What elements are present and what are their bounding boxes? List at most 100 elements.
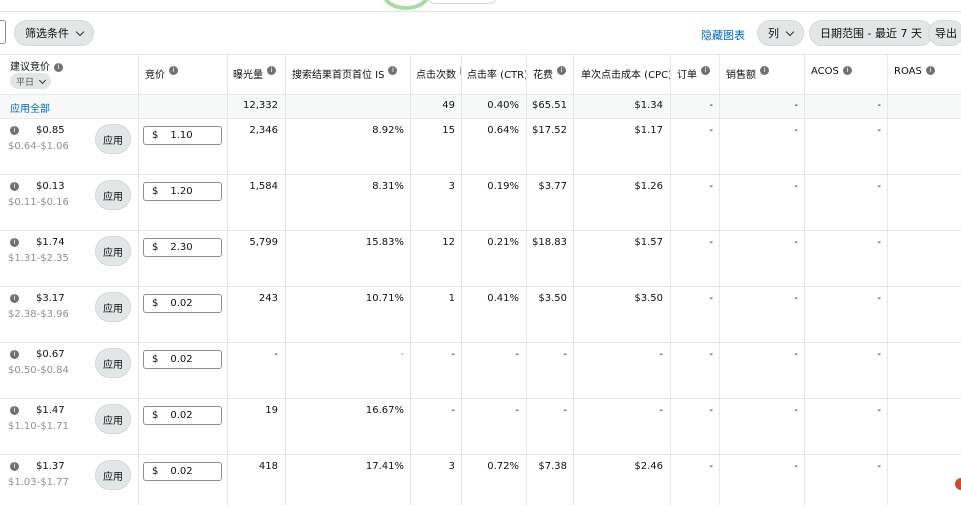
header-roas-label: ROAS (894, 66, 922, 77)
apply-button[interactable]: 应用 (95, 404, 131, 434)
suggested-bid-range: $2.38-$3.96 (8, 309, 69, 320)
top-toggle[interactable] (426, 0, 498, 4)
summary-clicks: 49 (442, 100, 455, 111)
apply-label: 应用 (103, 247, 123, 259)
apply-button[interactable]: 应用 (95, 124, 131, 154)
header-suggested-bid-label: 建议竞价 (10, 62, 50, 73)
info-icon[interactable]: i (760, 66, 769, 75)
bid-value: 0.02 (170, 410, 193, 421)
info-icon[interactable]: i (10, 462, 19, 471)
filter-button[interactable]: 筛选条件 (14, 20, 94, 46)
bid-input[interactable]: $2.30 (143, 238, 222, 257)
info-icon[interactable]: i (701, 66, 710, 75)
suggested-bid-range: $1.03-$1.77 (8, 477, 69, 488)
sales-cell: - (794, 461, 798, 472)
export-label: 导出 (935, 27, 957, 40)
header-clicks[interactable]: 点击次数i (416, 54, 462, 94)
bid-value: 1.20 (170, 186, 193, 197)
header-cpc[interactable]: 单次点击成本 (CPC)i (581, 54, 670, 94)
header-acos[interactable]: ACOS i (811, 54, 887, 94)
sales-cell: - (794, 293, 798, 304)
bid-value: 0.02 (170, 466, 193, 477)
hide-chart-link[interactable]: 隐藏图表 (701, 27, 745, 43)
bid-mode-select[interactable]: 平日 (10, 73, 52, 89)
impressions-cell: 2,346 (249, 125, 278, 136)
info-icon[interactable]: i (169, 66, 178, 75)
currency-symbol: $ (152, 466, 159, 477)
bid-input[interactable]: $0.02 (143, 294, 222, 313)
ctr-cell: 0.72% (487, 461, 519, 472)
acos-cell: - (877, 461, 881, 472)
divider (670, 54, 671, 505)
export-button[interactable]: 导出 (928, 20, 961, 46)
clicks-cell: - (451, 405, 455, 416)
header-top-of-search-is[interactable]: 搜索结果首页首位 IS i (292, 54, 408, 94)
suggested-bid-value: $0.67 (36, 349, 65, 360)
date-range-button[interactable]: 日期范围 - 最近 7 天 (809, 20, 933, 46)
ctr-cell: 0.64% (487, 125, 519, 136)
sales-cell: - (794, 181, 798, 192)
header-ctr[interactable]: 点击率 (CTR) (467, 54, 529, 94)
apply-all-link[interactable]: 应用全部 (10, 100, 50, 115)
impressions-cell: - (274, 349, 278, 360)
info-icon[interactable]: i (388, 66, 398, 75)
divider (0, 398, 961, 399)
info-icon[interactable]: i (925, 66, 935, 75)
suggested-bid-range: $0.64-$1.06 (8, 141, 69, 152)
header-orders[interactable]: 订单 i (677, 54, 721, 94)
notification-dot-icon[interactable] (955, 478, 961, 490)
header-roas[interactable]: ROAS i (894, 54, 956, 94)
header-impressions[interactable]: 曝光量 i (233, 54, 287, 94)
apply-button[interactable]: 应用 (95, 348, 131, 378)
apply-button[interactable]: 应用 (95, 180, 131, 210)
ctr-cell: - (515, 405, 519, 416)
info-icon[interactable]: i (10, 406, 19, 415)
apply-label: 应用 (103, 359, 123, 371)
divider (0, 118, 961, 119)
header-spend[interactable]: 花费 i (533, 54, 573, 94)
bid-input[interactable]: $1.20 (143, 182, 222, 201)
apply-button[interactable]: 应用 (95, 460, 131, 490)
header-bid[interactable]: 竞价 i (145, 54, 225, 94)
chevron-down-icon (75, 27, 85, 36)
suggested-bid-range: $0.50-$0.84 (8, 365, 69, 376)
summary-ctr: 0.40% (487, 100, 519, 111)
acos-cell: - (877, 349, 881, 360)
cpc-cell: $3.50 (634, 293, 663, 304)
divider (0, 286, 961, 287)
suggested-bid-range: $1.10-$1.71 (8, 421, 69, 432)
apply-button[interactable]: 应用 (95, 292, 131, 322)
info-icon[interactable]: i (557, 66, 566, 75)
info-icon[interactable]: i (267, 66, 276, 75)
cpc-cell: $1.17 (634, 125, 663, 136)
columns-button[interactable]: 列 (757, 20, 804, 46)
info-icon[interactable]: i (10, 350, 19, 359)
divider (461, 54, 462, 505)
cpc-cell: - (659, 349, 663, 360)
bid-input[interactable]: $0.02 (143, 462, 222, 481)
info-icon[interactable]: i (842, 66, 852, 75)
top-of-search-is-cell: 17.41% (365, 461, 404, 472)
info-icon[interactable]: i (10, 238, 19, 247)
bid-input[interactable]: $0.02 (143, 350, 222, 369)
info-icon[interactable]: i (10, 182, 19, 191)
spend-cell: $7.38 (538, 461, 567, 472)
cpc-cell: $1.57 (634, 237, 663, 248)
currency-symbol: $ (152, 130, 159, 141)
info-icon[interactable]: i (10, 126, 19, 135)
info-icon[interactable]: i (10, 294, 19, 303)
info-icon[interactable]: i (54, 62, 63, 72)
currency-symbol: $ (152, 242, 159, 253)
sales-cell: - (794, 349, 798, 360)
sales-cell: - (794, 405, 798, 416)
apply-button[interactable]: 应用 (95, 236, 131, 266)
bid-input[interactable]: $0.02 (143, 406, 222, 425)
bid-input[interactable]: $1.10 (143, 126, 222, 145)
header-sales[interactable]: 销售额 i (726, 54, 804, 94)
header-impressions-label: 曝光量 (233, 70, 263, 81)
date-range-label: 日期范围 - 最近 7 天 (820, 27, 922, 40)
search-box-edge[interactable] (0, 20, 6, 44)
summary-sales: - (794, 100, 798, 111)
divider (0, 342, 961, 343)
currency-symbol: $ (152, 354, 159, 365)
